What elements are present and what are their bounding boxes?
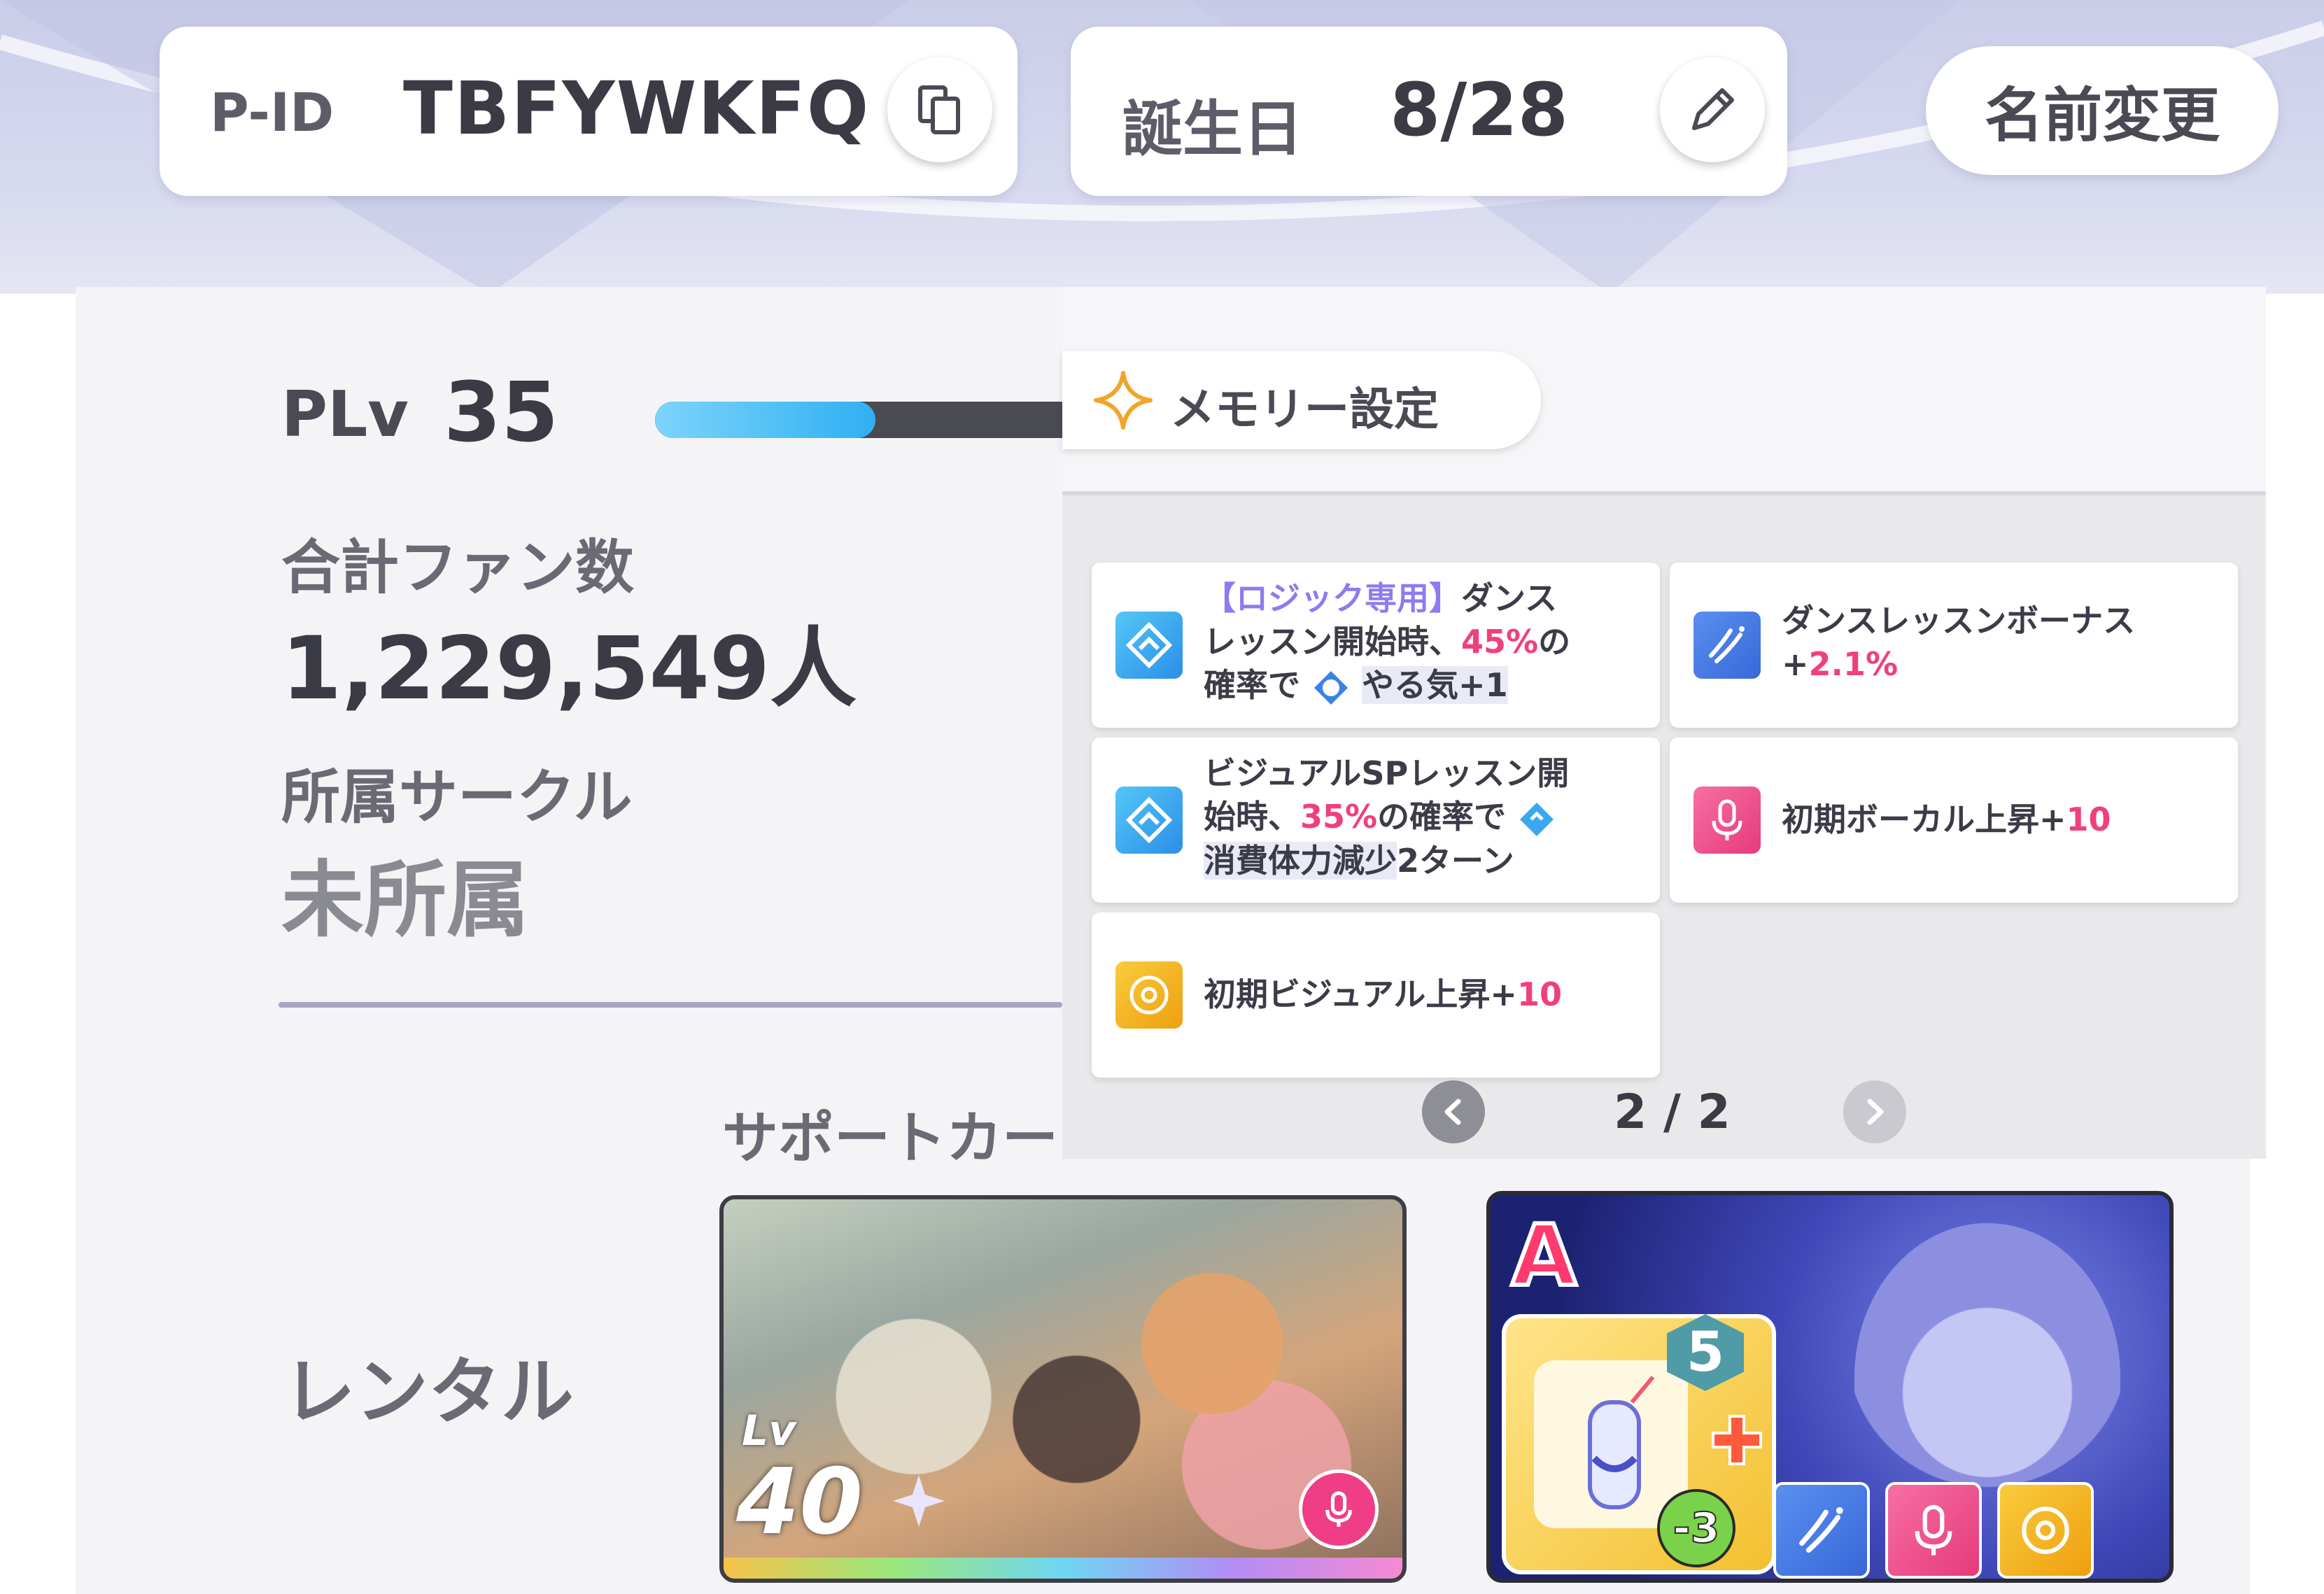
skill-value: 45% <box>1461 623 1539 661</box>
chevron-right-icon <box>1867 1099 1884 1125</box>
support-card-label: サポートカー <box>722 1106 1058 1171</box>
dance-bonus-icon <box>1773 1482 1870 1579</box>
next-page-button[interactable] <box>1843 1080 1906 1143</box>
rarity-cross-icon <box>893 1475 945 1527</box>
skill-text: ビジュアルSPレッスン開 <box>1204 754 1570 792</box>
plv-progress-fill <box>655 402 875 438</box>
prev-page-button[interactable] <box>1422 1080 1485 1143</box>
skill-text: + <box>1782 645 1809 683</box>
plus-icon <box>1712 1415 1762 1465</box>
memory-skill-card: 初期ビジュアル上昇+10 <box>1092 912 1660 1078</box>
skill-text: 初期ボーカル上昇+ <box>1782 800 2066 838</box>
rental-support-card[interactable]: Lv 40 <box>719 1195 1407 1583</box>
memory-skill-card: 【ロジック専用】ダンス レッスン開始時、45%の 確率で やる気+1 <box>1092 563 1660 728</box>
skill-text: の <box>1538 623 1571 661</box>
skill-description: ダンスレッスンボーナス +2.1% <box>1782 599 2223 686</box>
microphone-icon <box>1885 1482 1982 1579</box>
skill-text: 初期ビジュアル上昇+ <box>1204 975 1517 1013</box>
memory-card[interactable]: A 5 -3 <box>1486 1191 2174 1583</box>
memory-skill-card: ビジュアルSPレッスン開 始時、35%の確率で 消費体力減少2ターン <box>1092 738 1660 903</box>
microphone-icon <box>1325 1491 1352 1527</box>
memory-settings-popup: メモリー設定 【ロジック専用】ダンス レッスン開始時、45%の 確率で やる気+… <box>1062 287 2266 1159</box>
circle-value: 未所属 <box>281 852 530 948</box>
skill-text: 確率で <box>1204 666 1300 704</box>
page-indicator: 2 / 2 <box>1614 1085 1731 1140</box>
visual-icon <box>1115 961 1183 1029</box>
circle-label: 所属サークル <box>281 763 633 831</box>
rename-button-label: 名前変更 <box>1984 80 2220 150</box>
skill-description: 【ロジック専用】ダンス レッスン開始時、45%の 確率で やる気+1 <box>1204 577 1645 707</box>
birthday-value: 8/28 <box>1390 67 1569 153</box>
skill-value: 2.1% <box>1808 645 1899 683</box>
skill-text: 2ターン <box>1397 841 1514 880</box>
card-level-value: 40 <box>736 1448 863 1555</box>
drink-bottle-icon <box>1588 1376 1655 1509</box>
skill-text: レッスン開始時、 <box>1204 623 1461 661</box>
pid-value: TBFYWKFQ <box>403 66 871 151</box>
memory-skill-card: ダンスレッスンボーナス +2.1% <box>1670 563 2238 728</box>
pencil-icon <box>1692 88 1734 130</box>
skill-text: やる気+1 <box>1362 666 1508 704</box>
skill-value: 10 <box>1516 975 1562 1013</box>
level-badge-value: 5 <box>1686 1321 1725 1384</box>
plv-label: PLv <box>281 378 409 451</box>
diamond-skill-icon <box>1115 612 1183 679</box>
diamond-skill-icon <box>1115 787 1183 854</box>
cost-badge: -3 <box>1657 1489 1735 1567</box>
section-divider <box>279 1002 1062 1008</box>
visual-icon <box>1997 1482 2094 1579</box>
skill-description: 初期ビジュアル上昇+10 <box>1204 973 1645 1016</box>
plv-progress-bar <box>655 402 1096 438</box>
rename-button[interactable]: 名前変更 <box>1926 46 2279 175</box>
skill-text: ダンスレッスンボーナス <box>1782 602 2136 640</box>
memory-settings-title: メモリー設定 <box>1170 384 1439 436</box>
dance-bonus-icon <box>1693 612 1761 679</box>
birthday-box: 誕生日 8/28 <box>1071 27 1787 196</box>
skill-tag: 【ロジック専用】 <box>1204 579 1461 617</box>
fans-label: 合計ファン数 <box>281 533 635 602</box>
sparkle-icon <box>1094 371 1153 430</box>
motivation-icon <box>1314 670 1348 705</box>
memory-skill-card: 初期ボーカル上昇+10 <box>1670 738 2238 903</box>
birthday-label: 誕生日 <box>1122 94 1303 164</box>
card-rainbow-bar <box>724 1558 1402 1579</box>
memory-settings-tab[interactable]: メモリー設定 <box>1062 351 1541 449</box>
skill-description: 初期ボーカル上昇+10 <box>1782 798 2223 841</box>
player-id-box: P-ID TBFYWKFQ <box>160 27 1017 196</box>
stamina-icon <box>1520 802 1554 836</box>
fans-value: 1,229,549人 <box>281 619 857 719</box>
memory-rank: A <box>1509 1206 1579 1307</box>
skill-value: 10 <box>2066 800 2111 838</box>
skill-value: 35% <box>1300 798 1378 835</box>
microphone-icon <box>1693 787 1761 854</box>
rental-label: レンタル <box>283 1349 575 1434</box>
copy-button[interactable] <box>887 57 992 162</box>
skill-text: 消費体力減少 <box>1204 841 1397 880</box>
plv-value: 35 <box>444 364 559 460</box>
pid-label: P-ID <box>210 81 334 143</box>
skill-text: 始時、 <box>1204 798 1300 835</box>
chevron-left-icon <box>1444 1099 1461 1125</box>
card-type-badge <box>1299 1469 1379 1549</box>
copy-icon <box>918 85 960 134</box>
skill-text: ダンス <box>1461 579 1558 617</box>
edit-birthday-button[interactable] <box>1660 57 1765 162</box>
skill-description: ビジュアルSPレッスン開 始時、35%の確率で 消費体力減少2ターン <box>1204 752 1645 882</box>
skill-text: の確率で <box>1377 798 1507 835</box>
cost-badge-value: -3 <box>1672 1503 1721 1553</box>
